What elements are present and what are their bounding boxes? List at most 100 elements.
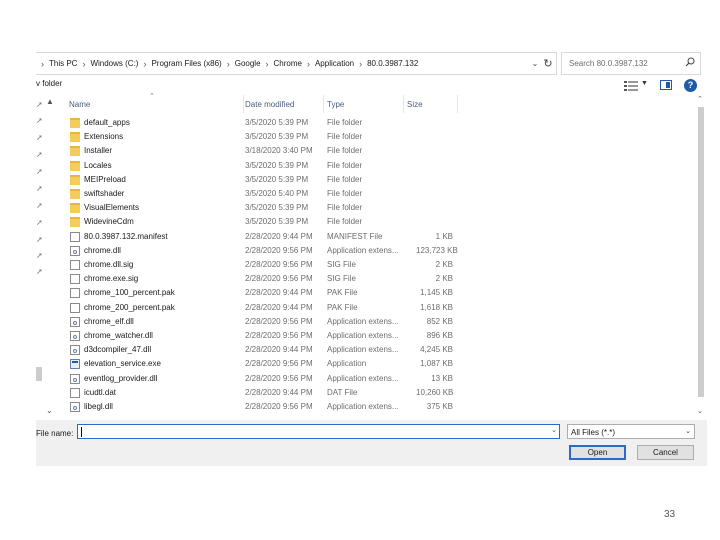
file-type: Application extens... bbox=[327, 402, 399, 411]
file-row[interactable]: Extensions 3/5/2020 5:39 PM File folder bbox=[36, 130, 456, 144]
file-row[interactable]: icudtl.dat 2/28/2020 9:44 PM DAT File 10,26… bbox=[36, 386, 456, 400]
file-name: libegl.dll bbox=[84, 402, 113, 411]
file-size: 4,245 KB bbox=[420, 345, 453, 355]
file-row[interactable]: d3dcompiler_47.dll 2/28/2020 9:44 PM Appli… bbox=[36, 343, 456, 357]
file-row[interactable]: chrome_100_percent.pak 2/28/2020 9:44 PM P… bbox=[36, 286, 456, 300]
refresh-icon[interactable]: ↻ bbox=[540, 53, 556, 74]
file-type: File folder bbox=[327, 217, 363, 227]
dll-icon bbox=[70, 373, 80, 384]
file-row[interactable]: elevation_service.exe 2/28/2020 9:56 PM Ap… bbox=[36, 357, 456, 371]
file-row[interactable]: eventlog_provider.dll 2/28/2020 9:56 PM Ap… bbox=[36, 372, 456, 386]
file-row[interactable]: WidevineCdm 3/5/2020 5:39 PM File folder bbox=[36, 215, 456, 229]
file-date-modified: 2/28/2020 9:56 PM bbox=[245, 274, 313, 284]
file-row[interactable]: Locales 3/5/2020 5:39 PM File folder bbox=[36, 159, 456, 173]
file-row[interactable]: chrome_200_percent.pak 2/28/2020 9:44 PM P… bbox=[36, 301, 456, 315]
nav-scroll-up-icon[interactable]: ▲ bbox=[46, 97, 54, 106]
column-header-size[interactable]: Size bbox=[404, 95, 458, 113]
file-row[interactable]: chrome.exe.sig 2/28/2020 9:56 PM SIG File 2… bbox=[36, 272, 456, 286]
file-type: Application extens... bbox=[327, 373, 399, 383]
dll-icon bbox=[70, 316, 80, 327]
file-icon bbox=[70, 387, 80, 398]
file-date-modified: 3/5/2020 5:39 PM bbox=[245, 160, 309, 170]
file-date-modified: 3/5/2020 5:39 PM bbox=[245, 118, 309, 127]
open-button[interactable]: Open bbox=[569, 445, 626, 460]
help-icon[interactable]: ? bbox=[684, 79, 697, 92]
file-row[interactable]: Installer 3/18/2020 3:40 PM File folder bbox=[36, 144, 456, 158]
file-type: MANIFEST File bbox=[327, 231, 383, 241]
new-folder-button[interactable]: v folder bbox=[36, 79, 62, 88]
file-row[interactable]: 80.0.3987.132.manifest 2/28/2020 9:44 PM M… bbox=[36, 230, 456, 244]
file-row[interactable]: swiftshader 3/5/2020 5:40 PM File folder bbox=[36, 187, 456, 201]
file-name-label: File name: bbox=[36, 429, 74, 438]
file-date-modified: 2/28/2020 9:56 PM bbox=[245, 260, 313, 269]
file-name: chrome.dll.sig bbox=[84, 260, 134, 269]
file-icon bbox=[70, 288, 80, 299]
file-size: 852 KB bbox=[426, 316, 453, 326]
breadcrumb-item[interactable]: Windows (C:) bbox=[90, 59, 138, 68]
breadcrumb-separator-icon[interactable]: › bbox=[266, 59, 269, 69]
column-header-date[interactable]: Date modified bbox=[242, 95, 324, 113]
address-bar[interactable]: › This PC › Windows (C:) › Program Files (x86… bbox=[36, 52, 557, 75]
file-date-modified: 2/28/2020 9:44 PM bbox=[245, 387, 313, 397]
file-type-filter[interactable]: All Files (*.*) ⌄ bbox=[567, 424, 695, 439]
preview-pane-icon[interactable] bbox=[660, 80, 672, 90]
file-size: 1 KB bbox=[435, 231, 453, 241]
search-input[interactable]: Search 80.0.3987.132 bbox=[569, 59, 648, 68]
file-row[interactable]: VisualElements 3/5/2020 5:39 PM File folde… bbox=[36, 201, 456, 215]
file-type: Application extens... bbox=[327, 331, 399, 340]
breadcrumb-item[interactable]: Google bbox=[235, 59, 261, 68]
file-type: Application extens... bbox=[327, 245, 399, 255]
file-type: PAK File bbox=[327, 288, 358, 298]
open-file-dialog: › This PC › Windows (C:) › Program Files (x86… bbox=[36, 52, 707, 466]
breadcrumb-separator-icon[interactable]: › bbox=[82, 59, 85, 69]
breadcrumb-separator-icon[interactable]: › bbox=[307, 59, 310, 69]
file-name: eventlog_provider.dll bbox=[84, 373, 158, 383]
breadcrumb-item[interactable]: Program Files (x86) bbox=[151, 59, 221, 68]
vertical-scrollbar[interactable]: ⌃ ⌄ bbox=[696, 95, 706, 420]
file-date-modified: 2/28/2020 9:44 PM bbox=[245, 345, 313, 355]
breadcrumb-item[interactable]: Application bbox=[315, 59, 354, 68]
file-row[interactable]: chrome.dll.sig 2/28/2020 9:56 PM SIG File 2… bbox=[36, 258, 456, 272]
pin-icon: ➚ bbox=[36, 100, 43, 109]
file-name: icudtl.dat bbox=[84, 387, 117, 397]
scrollbar-thumb[interactable] bbox=[698, 107, 704, 397]
file-row[interactable]: MEIPreload 3/5/2020 5:39 PM File folder bbox=[36, 173, 456, 187]
file-size: 13 KB bbox=[431, 373, 453, 383]
breadcrumb-item[interactable]: This PC bbox=[49, 59, 77, 68]
file-row[interactable]: chrome_watcher.dll 2/28/2020 9:56 PM Appli… bbox=[36, 329, 456, 343]
file-row[interactable]: chrome.dll 2/28/2020 9:56 PM Application e… bbox=[36, 244, 458, 258]
scroll-up-icon[interactable]: ⌃ bbox=[697, 95, 703, 103]
file-name-input[interactable]: ⌄ bbox=[77, 424, 560, 439]
view-options-chevron-icon[interactable]: ▼ bbox=[641, 80, 648, 87]
file-name: chrome_100_percent.pak bbox=[84, 288, 175, 298]
file-date-modified: 2/28/2020 9:56 PM bbox=[245, 402, 313, 411]
search-box[interactable]: Search 80.0.3987.132 bbox=[561, 52, 701, 75]
breadcrumb-separator-icon[interactable]: › bbox=[143, 59, 146, 69]
breadcrumb-separator-icon[interactable]: › bbox=[359, 59, 362, 69]
change-view-icon[interactable] bbox=[624, 81, 638, 91]
breadcrumb-separator-icon[interactable]: › bbox=[227, 59, 230, 69]
file-row[interactable]: chrome_elf.dll 2/28/2020 9:56 PM Applicati… bbox=[36, 315, 456, 329]
file-name: default_apps bbox=[84, 118, 130, 127]
file-row[interactable]: default_apps 3/5/2020 5:39 PM File folder bbox=[36, 116, 456, 130]
breadcrumb-item[interactable]: 80.0.3987.132 bbox=[367, 59, 418, 68]
folder-icon bbox=[70, 217, 80, 228]
file-icon bbox=[70, 231, 80, 242]
slide-page-number: 33 bbox=[664, 509, 676, 520]
breadcrumb-item[interactable]: Chrome bbox=[274, 59, 302, 68]
cancel-button[interactable]: Cancel bbox=[637, 445, 694, 460]
file-name-history-chevron-icon[interactable]: ⌄ bbox=[551, 426, 557, 434]
breadcrumb-separator-icon[interactable]: › bbox=[41, 59, 44, 69]
column-header-name[interactable]: Name bbox=[66, 95, 244, 113]
dll-icon bbox=[70, 345, 80, 356]
file-row[interactable]: libegl.dll 2/28/2020 9:56 PM Application e… bbox=[36, 400, 456, 414]
scroll-down-icon[interactable]: ⌄ bbox=[697, 407, 703, 415]
column-header-type[interactable]: Type bbox=[324, 95, 404, 113]
file-date-modified: 3/5/2020 5:40 PM bbox=[245, 189, 309, 198]
file-size: 1,618 KB bbox=[420, 302, 453, 312]
exe-icon bbox=[70, 359, 80, 370]
folder-icon bbox=[70, 118, 80, 128]
file-size: 896 KB bbox=[426, 331, 453, 340]
file-name: elevation_service.exe bbox=[84, 359, 161, 369]
file-size: 375 KB bbox=[426, 402, 453, 411]
